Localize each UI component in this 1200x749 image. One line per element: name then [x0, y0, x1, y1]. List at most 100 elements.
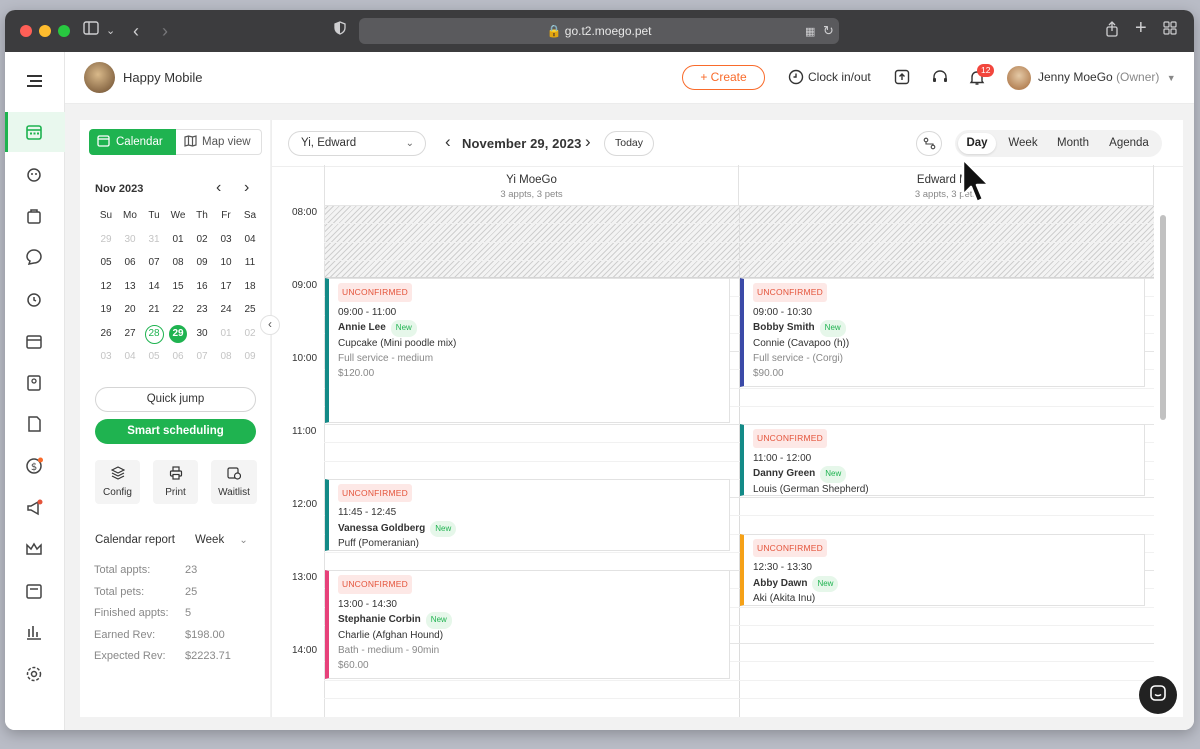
day-cell[interactable]: 29 — [94, 228, 118, 252]
prev-day-icon[interactable]: ‹ — [445, 132, 451, 152]
tab-map-view[interactable]: Map view — [176, 129, 262, 155]
config-button[interactable]: Config — [95, 460, 140, 504]
business-avatar[interactable] — [84, 62, 115, 93]
day-cell[interactable]: 17 — [214, 275, 238, 299]
marketing-icon[interactable] — [23, 497, 45, 519]
day-cell[interactable]: 26 — [94, 322, 118, 346]
calendar-scrollbar[interactable] — [1157, 205, 1169, 717]
report-icon[interactable] — [23, 413, 45, 435]
view-agenda[interactable]: Agenda — [1105, 130, 1153, 157]
tab-calendar[interactable]: Calendar — [89, 129, 176, 155]
route-button[interactable] — [916, 131, 942, 156]
payment-icon[interactable]: $ — [23, 455, 45, 477]
clock-icon[interactable] — [788, 69, 804, 90]
day-cell[interactable]: 06 — [118, 251, 142, 275]
back-icon[interactable]: ‹ — [133, 21, 139, 41]
address-bar[interactable]: 🔒 go.t2.moego.pet — [359, 18, 839, 44]
smart-scheduling-button[interactable]: Smart scheduling — [95, 419, 256, 444]
quick-jump-button[interactable]: Quick jump — [95, 387, 256, 412]
schedule-icon[interactable] — [23, 330, 45, 352]
chat-launcher-button[interactable] — [1139, 676, 1177, 714]
view-day[interactable]: Day — [958, 130, 996, 157]
current-date[interactable]: November 29, 2023 — [462, 136, 582, 151]
day-cell[interactable]: 10 — [214, 251, 238, 275]
day-cell[interactable]: 18 — [238, 275, 262, 299]
upload-icon[interactable] — [894, 69, 910, 90]
share-icon[interactable] — [1105, 21, 1119, 43]
day-cell[interactable]: 27 — [118, 322, 142, 346]
prev-month-icon[interactable]: ‹ — [216, 179, 221, 197]
translate-icon[interactable]: ▦ — [805, 22, 815, 42]
day-cell-selected[interactable]: 29 — [166, 322, 190, 346]
day-cell[interactable]: 11 — [238, 251, 262, 275]
create-button[interactable]: + Create — [682, 65, 765, 90]
day-cell[interactable]: 01 — [214, 322, 238, 346]
appointment-card[interactable]: UNCONFIRMED 09:00 - 11:00 Annie Lee New Cupc… — [325, 278, 730, 423]
view-week[interactable]: Week — [1003, 130, 1043, 157]
day-cell[interactable]: 19 — [94, 298, 118, 322]
shop-icon[interactable] — [23, 205, 45, 227]
business-name[interactable]: Happy Mobile — [123, 70, 203, 85]
appointment-card[interactable]: UNCONFIRMED 13:00 - 14:30 Stephanie Corbin… — [325, 570, 730, 679]
today-button[interactable]: Today — [604, 131, 654, 156]
day-cell[interactable]: 23 — [190, 298, 214, 322]
support-icon[interactable] — [931, 69, 949, 90]
waitlist-button[interactable]: Waitlist — [211, 460, 257, 504]
day-cell[interactable]: 31 — [142, 228, 166, 252]
chevron-down-icon[interactable]: ⌄ — [106, 21, 115, 41]
appointment-card[interactable]: UNCONFIRMED 09:00 - 10:30 Bobby Smith New Co… — [740, 278, 1145, 387]
day-cell[interactable]: 04 — [238, 228, 262, 252]
appointment-card[interactable]: UNCONFIRMED 11:45 - 12:45 Vanessa Goldberg… — [325, 478, 730, 551]
calendar-icon[interactable] — [23, 121, 45, 143]
print-button[interactable]: Print — [153, 460, 198, 504]
settings-icon[interactable] — [23, 663, 45, 685]
appointment-card[interactable]: UNCONFIRMED 12:30 - 13:30 Abby Dawn New Aki … — [740, 533, 1145, 606]
insights-icon[interactable] — [23, 621, 45, 643]
day-cell[interactable]: 07 — [190, 345, 214, 369]
day-cell[interactable]: 09 — [190, 251, 214, 275]
day-cell[interactable]: 21 — [142, 298, 166, 322]
user-avatar[interactable] — [1007, 66, 1031, 90]
day-cell[interactable]: 02 — [238, 322, 262, 346]
zoom-window-button[interactable] — [58, 25, 70, 37]
forward-icon[interactable]: › — [162, 21, 168, 41]
collapse-panel-icon[interactable]: ‹ — [260, 315, 280, 335]
pos-icon[interactable] — [23, 580, 45, 602]
day-cell[interactable]: 08 — [214, 345, 238, 369]
day-cell[interactable]: 09 — [238, 345, 262, 369]
day-cell-today[interactable]: 28 — [142, 322, 166, 346]
alarm-icon[interactable] — [23, 288, 45, 310]
day-cell[interactable]: 16 — [190, 275, 214, 299]
user-menu[interactable]: Jenny MoeGo (Owner) ▼ — [1038, 70, 1176, 84]
day-cell[interactable]: 22 — [166, 298, 190, 322]
day-cell[interactable]: 06 — [166, 345, 190, 369]
sidebar-toggle-icon[interactable] — [83, 21, 99, 41]
message-icon[interactable] — [23, 246, 45, 268]
day-cell[interactable]: 15 — [166, 275, 190, 299]
day-cell[interactable]: 03 — [214, 228, 238, 252]
day-cell[interactable]: 30 — [190, 322, 214, 346]
day-cell[interactable]: 14 — [142, 275, 166, 299]
day-cell[interactable]: 03 — [94, 345, 118, 369]
clock-in-out-button[interactable]: Clock in/out — [808, 70, 871, 84]
staff-icon[interactable] — [23, 372, 45, 394]
privacy-shield-icon[interactable] — [334, 21, 346, 41]
day-cell[interactable]: 24 — [214, 298, 238, 322]
day-cell[interactable]: 12 — [94, 275, 118, 299]
day-cell[interactable]: 07 — [142, 251, 166, 275]
report-period-select[interactable]: Week ⌄ — [195, 534, 248, 546]
view-month[interactable]: Month — [1051, 130, 1095, 157]
day-cell[interactable]: 08 — [166, 251, 190, 275]
next-month-icon[interactable]: › — [244, 179, 249, 197]
tab-overview-icon[interactable] — [1163, 21, 1177, 41]
appointment-card[interactable]: UNCONFIRMED 11:00 - 12:00 Danny Green New Lo… — [740, 424, 1145, 496]
scrollbar-thumb[interactable] — [1160, 215, 1166, 420]
day-cell[interactable]: 05 — [142, 345, 166, 369]
minimize-window-button[interactable] — [39, 25, 51, 37]
staff-filter-select[interactable]: Yi, Edward ⌄ — [288, 131, 426, 156]
menu-icon[interactable] — [23, 70, 45, 92]
day-cell[interactable]: 02 — [190, 228, 214, 252]
day-cell[interactable]: 20 — [118, 298, 142, 322]
pet-icon[interactable] — [23, 163, 45, 185]
close-window-button[interactable] — [20, 25, 32, 37]
